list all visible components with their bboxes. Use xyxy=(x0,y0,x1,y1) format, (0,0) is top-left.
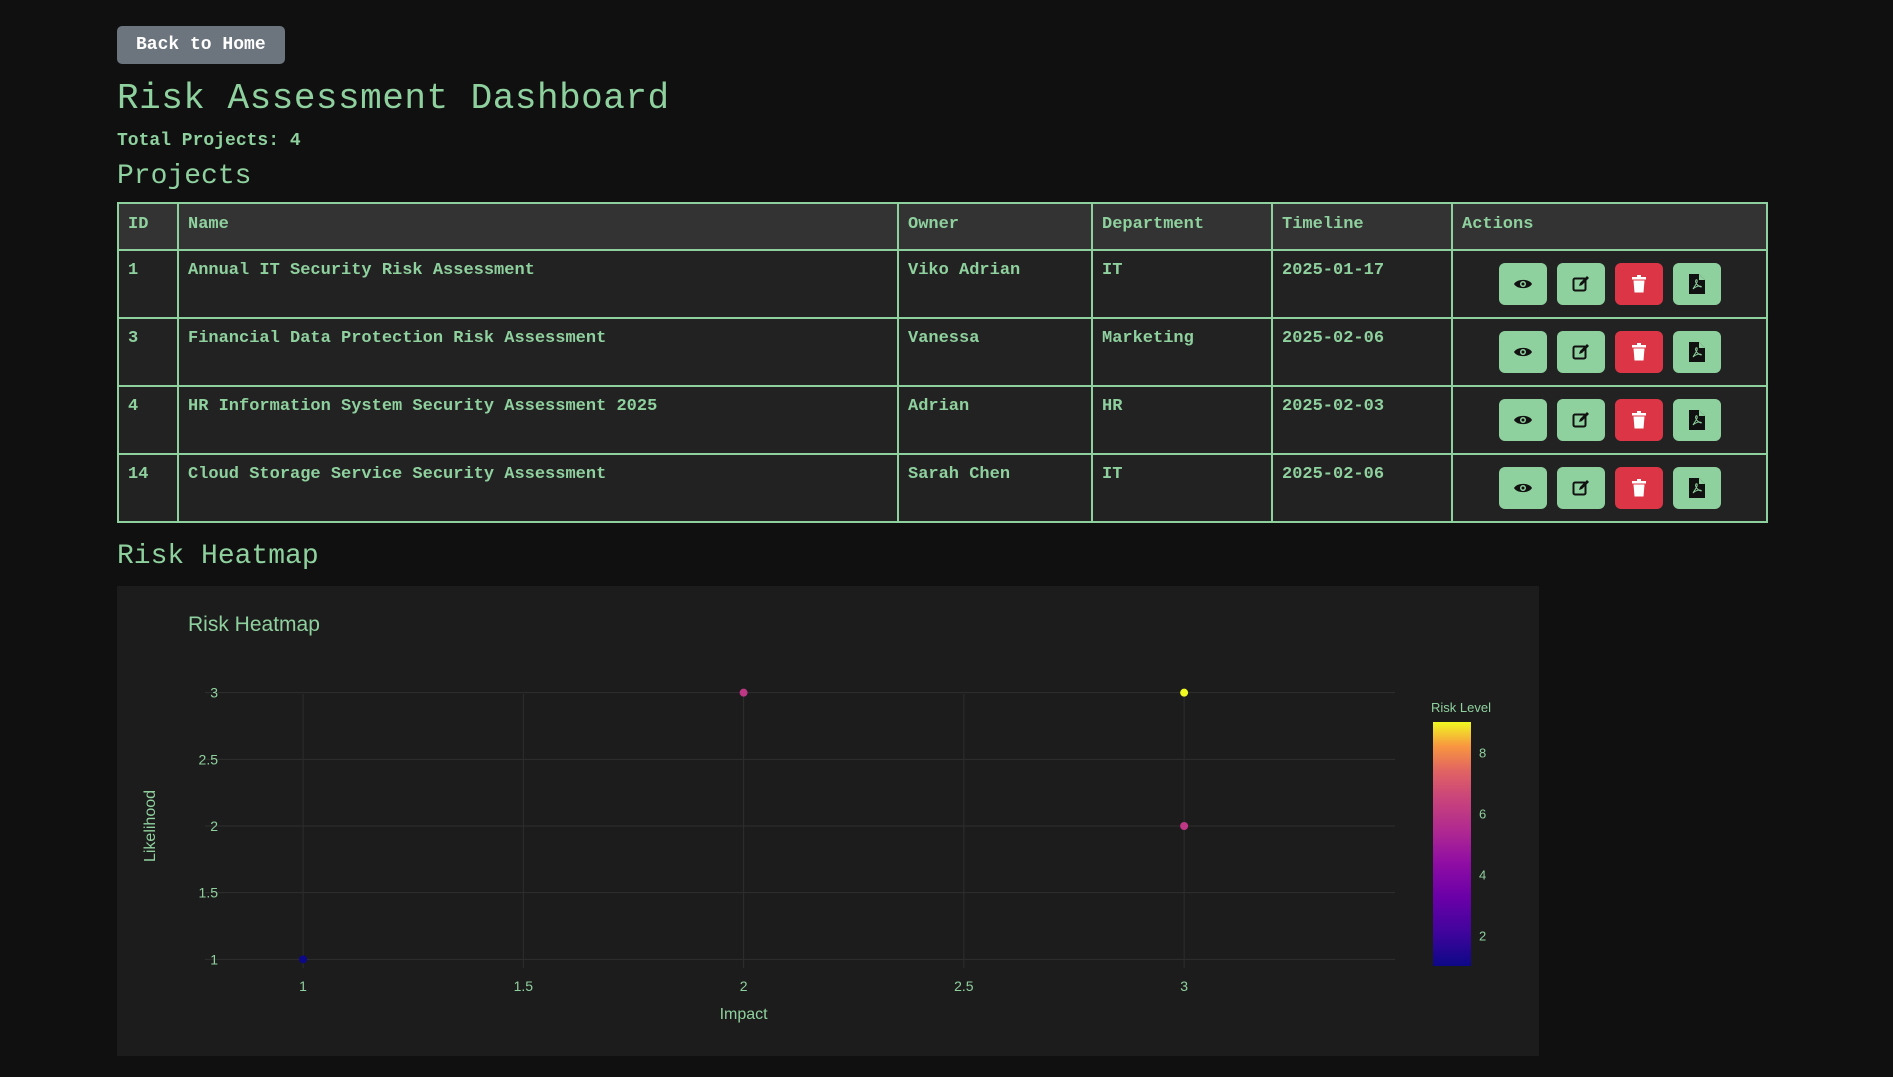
heatmap-section-title: Risk Heatmap xyxy=(117,541,319,572)
cell-actions xyxy=(1451,385,1768,455)
table-row: 3 Financial Data Protection Risk Assessme… xyxy=(117,317,1768,387)
export-pdf-button[interactable] xyxy=(1672,399,1721,441)
column-header-id: ID xyxy=(117,202,179,251)
colorbar-tick-label: 2 xyxy=(1479,929,1486,944)
eye-icon xyxy=(1513,347,1532,357)
edit-icon xyxy=(1572,480,1589,496)
cell-timeline: 2025-02-06 xyxy=(1271,453,1453,523)
cell-department: IT xyxy=(1091,453,1273,523)
delete-button[interactable] xyxy=(1614,331,1663,373)
cell-owner: Adrian xyxy=(897,385,1093,455)
x-tick-label: 1 xyxy=(299,978,307,994)
column-header-owner: Owner xyxy=(897,202,1093,251)
table-header-row: ID Name Owner Department Timeline Action… xyxy=(117,202,1768,251)
view-button[interactable] xyxy=(1498,263,1547,305)
column-header-timeline: Timeline xyxy=(1271,202,1453,251)
cell-name: HR Information System Security Assessmen… xyxy=(177,385,899,455)
trash-icon xyxy=(1631,343,1646,361)
edit-icon xyxy=(1572,344,1589,360)
export-pdf-button[interactable] xyxy=(1672,331,1721,373)
data-point xyxy=(739,688,748,697)
cell-actions xyxy=(1451,317,1768,387)
view-button[interactable] xyxy=(1498,331,1547,373)
export-pdf-button[interactable] xyxy=(1672,467,1721,509)
y-axis-label: Likelihood xyxy=(142,790,159,862)
cell-owner: Viko Adrian xyxy=(897,249,1093,319)
cell-id: 14 xyxy=(117,453,179,523)
eye-icon xyxy=(1513,483,1532,493)
delete-button[interactable] xyxy=(1614,263,1663,305)
edit-icon xyxy=(1572,412,1589,428)
column-header-name: Name xyxy=(177,202,899,251)
table-row: 14 Cloud Storage Service Security Assessm… xyxy=(117,453,1768,523)
cell-id: 3 xyxy=(117,317,179,387)
view-button[interactable] xyxy=(1498,467,1547,509)
pdf-icon xyxy=(1688,410,1705,430)
eye-icon xyxy=(1513,279,1532,289)
pdf-icon xyxy=(1688,342,1705,362)
x-tick-label: 1.5 xyxy=(514,978,534,994)
pdf-icon xyxy=(1688,478,1705,498)
colorbar-tick-label: 4 xyxy=(1479,868,1486,883)
cell-timeline: 2025-02-06 xyxy=(1271,317,1453,387)
cell-owner: Vanessa xyxy=(897,317,1093,387)
data-point xyxy=(299,955,308,964)
edit-icon xyxy=(1572,276,1589,292)
table-row: 4 HR Information System Security Assessme… xyxy=(117,385,1768,455)
projects-section-title: Projects xyxy=(117,161,252,192)
cell-timeline: 2025-02-03 xyxy=(1271,385,1453,455)
cell-department: Marketing xyxy=(1091,317,1273,387)
edit-button[interactable] xyxy=(1556,399,1605,441)
cell-owner: Sarah Chen xyxy=(897,453,1093,523)
dashboard-page: Back to Home Risk Assessment Dashboard T… xyxy=(117,26,1777,1056)
x-tick-label: 2.5 xyxy=(954,978,974,994)
column-header-department: Department xyxy=(1091,202,1273,251)
cell-department: IT xyxy=(1091,249,1273,319)
trash-icon xyxy=(1631,479,1646,497)
cell-name: Annual IT Security Risk Assessment xyxy=(177,249,899,319)
view-button[interactable] xyxy=(1498,399,1547,441)
cell-id: 4 xyxy=(117,385,179,455)
data-point xyxy=(1180,688,1189,697)
colorbar xyxy=(1433,722,1471,966)
cell-name: Financial Data Protection Risk Assessmen… xyxy=(177,317,899,387)
x-tick-label: 3 xyxy=(1180,978,1188,994)
table-row: 1 Annual IT Security Risk Assessment Viko … xyxy=(117,249,1768,319)
back-to-home-button[interactable]: Back to Home xyxy=(117,26,285,64)
page-title: Risk Assessment Dashboard xyxy=(117,78,670,119)
data-point xyxy=(1180,822,1189,830)
trash-icon xyxy=(1631,275,1646,293)
colorbar-tick-label: 6 xyxy=(1479,807,1486,822)
cell-actions xyxy=(1451,249,1768,319)
risk-heatmap-chart[interactable]: Risk Heatmap 1 1.5 2 2.5 3 1 1.5 2 2.5 3 Impact Like… xyxy=(117,586,1539,1056)
chart-title: Risk Heatmap xyxy=(188,613,320,636)
x-axis-label: Impact xyxy=(720,1006,769,1023)
colorbar-title: Risk Level xyxy=(1431,700,1491,715)
delete-button[interactable] xyxy=(1614,467,1663,509)
cell-id: 1 xyxy=(117,249,179,319)
edit-button[interactable] xyxy=(1556,263,1605,305)
projects-table: ID Name Owner Department Timeline Action… xyxy=(117,202,1768,523)
colorbar-tick-label: 8 xyxy=(1479,746,1486,761)
y-tick-label: 2.5 xyxy=(199,751,219,767)
y-tick-label: 2 xyxy=(210,818,218,834)
y-tick-label: 1.5 xyxy=(199,885,219,901)
x-tick-label: 2 xyxy=(740,978,748,994)
y-tick-label: 1 xyxy=(210,951,218,967)
column-header-actions: Actions xyxy=(1451,202,1768,251)
y-tick-label: 3 xyxy=(210,685,218,701)
delete-button[interactable] xyxy=(1614,399,1663,441)
cell-timeline: 2025-01-17 xyxy=(1271,249,1453,319)
total-projects-count: Total Projects: 4 xyxy=(117,131,301,151)
cell-name: Cloud Storage Service Security Assessmen… xyxy=(177,453,899,523)
cell-department: HR xyxy=(1091,385,1273,455)
pdf-icon xyxy=(1688,274,1705,294)
cell-actions xyxy=(1451,453,1768,523)
edit-button[interactable] xyxy=(1556,467,1605,509)
edit-button[interactable] xyxy=(1556,331,1605,373)
trash-icon xyxy=(1631,411,1646,429)
export-pdf-button[interactable] xyxy=(1672,263,1721,305)
heatmap-svg: Risk Heatmap 1 1.5 2 2.5 3 1 1.5 2 2.5 3 Impact Like… xyxy=(142,613,1491,1023)
eye-icon xyxy=(1513,415,1532,425)
